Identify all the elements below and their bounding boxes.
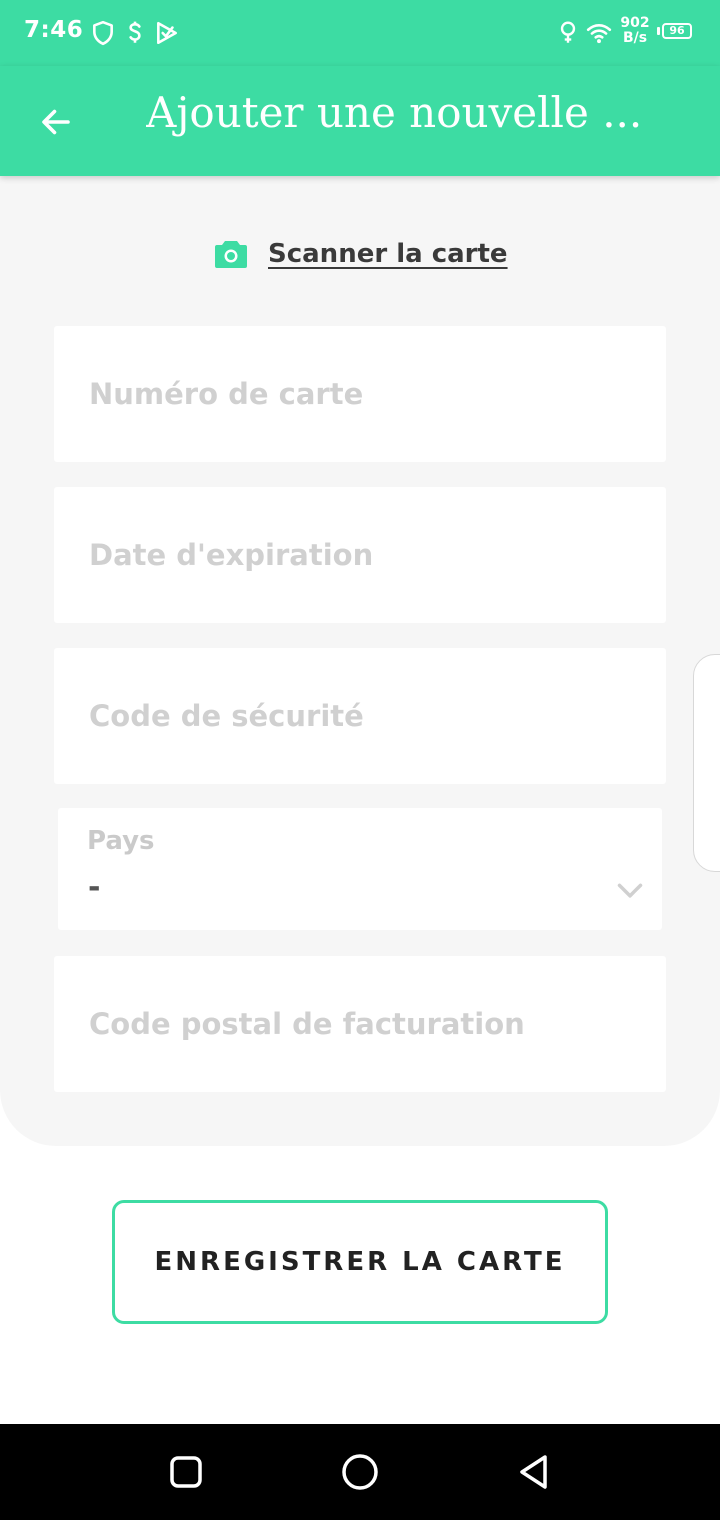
camera-icon	[215, 241, 247, 268]
back-triangle-icon[interactable]	[514, 1452, 554, 1492]
country-value: -	[88, 870, 101, 905]
expiry-date-input[interactable]	[54, 487, 666, 623]
network-speed: 902 B/s	[620, 16, 650, 46]
dollar-icon	[129, 21, 141, 43]
card-number-input[interactable]	[54, 326, 666, 462]
postal-code-input[interactable]	[54, 956, 666, 1092]
battery-level: 96	[669, 24, 685, 37]
side-edge-handle[interactable]	[693, 654, 720, 872]
app-bar: Ajouter une nouvelle ...	[0, 66, 720, 176]
system-nav-bar	[0, 1424, 720, 1520]
save-card-button[interactable]: ENREGISTRER LA CARTE	[112, 1200, 608, 1324]
network-speed-unit: B/s	[622, 30, 648, 46]
page-title: Ajouter une nouvelle ...	[146, 88, 643, 137]
scan-card-link[interactable]: Scanner la carte	[214, 236, 508, 272]
security-code-field	[54, 648, 666, 784]
location-pin-icon	[560, 21, 576, 43]
status-bar: 7:46 902 B/s 96	[0, 0, 720, 66]
battery-tip	[657, 27, 660, 35]
battery-icon: 96	[662, 23, 692, 39]
recents-square-icon[interactable]	[166, 1452, 206, 1492]
shield-icon	[93, 20, 113, 46]
wifi-icon	[586, 23, 612, 44]
back-button[interactable]	[28, 94, 84, 150]
expiry-date-field	[54, 487, 666, 623]
country-label: Pays	[87, 826, 155, 856]
home-circle-icon[interactable]	[340, 1452, 380, 1492]
country-select[interactable]: Pays -	[58, 808, 662, 930]
postal-code-field	[54, 956, 666, 1092]
network-speed-value: 902	[620, 15, 650, 31]
arrow-left-icon	[42, 109, 70, 135]
add-card-screen: 7:46 902 B/s 96 Ajouter une nouvelle ...…	[0, 0, 720, 1520]
card-form: Scanner la carte Pays -	[0, 176, 720, 1146]
status-time: 7:46	[24, 17, 84, 43]
check-flag-icon	[157, 21, 177, 45]
card-number-field	[54, 326, 666, 462]
chevron-down-icon	[617, 883, 643, 898]
scan-card-label: Scanner la carte	[268, 239, 508, 269]
security-code-input[interactable]	[54, 648, 666, 784]
